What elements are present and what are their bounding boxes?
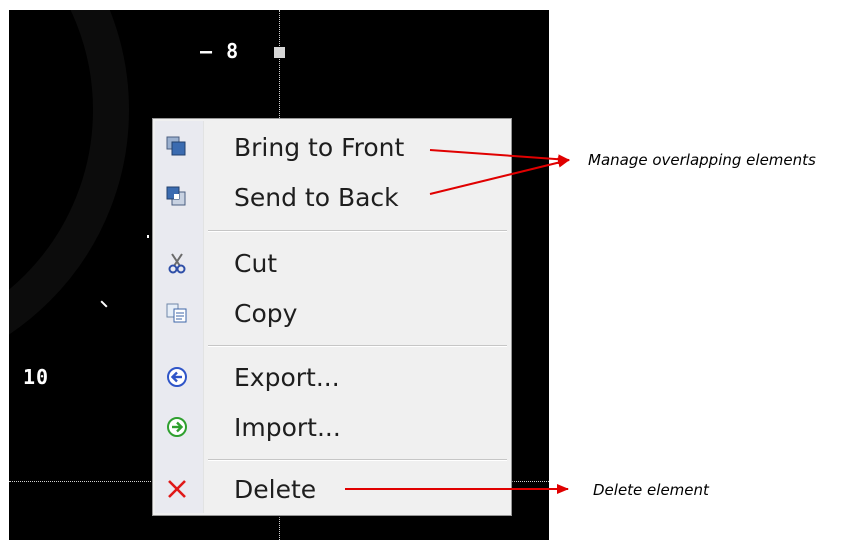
annotation-delete: Delete element xyxy=(593,481,709,499)
callout-arrow-send-to-back xyxy=(429,157,570,195)
callout-arrows xyxy=(345,149,570,494)
annotation-overlap: Manage overlapping elements xyxy=(588,151,816,169)
callout-arrow-bring-to-front xyxy=(429,149,570,165)
